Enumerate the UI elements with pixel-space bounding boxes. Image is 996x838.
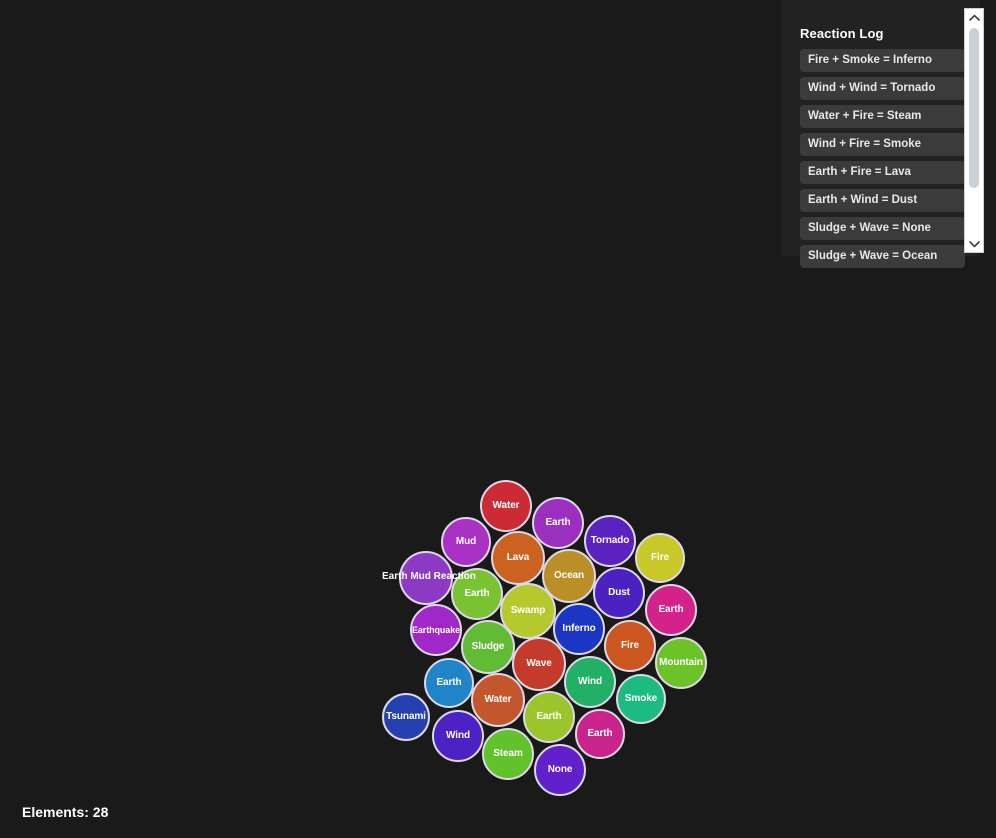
element-node-label: Earth [436,677,462,688]
reaction-log-entry[interactable]: Earth + Wind = Dust [800,189,965,212]
element-node[interactable]: Earth [645,584,697,636]
element-node-label: None [547,764,573,775]
element-node-label: Earth [536,711,562,722]
element-node-label: Fire [621,640,639,651]
element-node[interactable]: Tsunami [382,693,430,741]
scrollbar-track[interactable] [965,26,983,235]
element-node-label: Fire [651,552,669,563]
reaction-log-entry[interactable]: Wind + Wind = Tornado [800,77,965,100]
element-node-label: Earth [587,728,613,739]
element-node[interactable]: Water [471,673,525,727]
reaction-log-entry[interactable]: Sludge + Wave = None [800,217,965,240]
chevron-up-icon[interactable] [965,9,983,26]
reaction-log-list[interactable]: Fire + Smoke = Inferno Wind + Wind = Torn… [800,49,970,268]
element-node-label: Earth [658,604,684,615]
reaction-log-entry[interactable]: Sludge + Wave = Ocean [800,245,965,268]
reaction-log-entry[interactable]: Water + Fire = Steam [800,105,965,128]
element-node[interactable]: Earthquake [410,604,462,656]
element-node-label: Inferno [562,623,596,634]
element-node-label: Mud [455,536,477,547]
element-node[interactable]: Mud [441,517,491,567]
element-node-label: Swamp [510,605,546,616]
element-node-label: Ocean [553,570,585,581]
element-node-label: Smoke [624,693,658,704]
element-node-label: Wind [578,676,602,687]
reaction-log-scrollbar[interactable] [964,8,984,253]
element-node[interactable]: Wind [432,710,484,762]
element-node[interactable]: Fire [635,533,685,583]
reaction-log-entry[interactable]: Earth + Fire = Lava [800,161,965,184]
elements-counter: Elements: 28 [22,804,109,820]
element-node-label: Earthquake [411,624,461,635]
element-node[interactable]: Earth [424,658,474,708]
element-node-label: Lava [506,552,530,563]
element-node[interactable]: Steam [482,728,534,780]
element-node-label: Steam [493,748,523,759]
element-node-label: Dust [608,587,630,598]
element-node-label: Earth [545,517,571,528]
reaction-log-entry[interactable]: Wind + Fire = Smoke [800,133,965,156]
element-node[interactable]: Earth [575,709,625,759]
element-node[interactable]: None [534,744,586,796]
element-node[interactable]: Mountain [655,637,707,689]
element-node[interactable]: Smoke [616,674,666,724]
element-node[interactable]: Earth [451,568,503,620]
element-node[interactable] [399,551,453,605]
element-node[interactable]: Earth [523,691,575,743]
element-node-label: Wind [446,730,470,741]
element-node[interactable]: Dust [593,567,645,619]
element-node-label: Sludge [471,641,505,652]
element-node-label: Earth [464,588,490,599]
element-node-label: Tsunami [386,711,426,722]
element-node-label: Water [484,694,512,705]
element-node[interactable]: Fire [604,620,656,672]
element-node-label: Mountain [659,657,703,668]
element-node[interactable]: Sludge [461,620,515,674]
element-node[interactable]: Wave [512,637,566,691]
app-stage: Reaction Log Fire + Smoke = Inferno Wind … [0,0,996,838]
element-node[interactable]: Tornado [584,515,636,567]
scrollbar-thumb[interactable] [969,28,979,188]
element-node[interactable]: Water [480,480,532,532]
reaction-log-entry[interactable]: Fire + Smoke = Inferno [800,49,965,72]
chevron-down-icon[interactable] [965,235,983,252]
reaction-log-title: Reaction Log [800,26,884,41]
element-node[interactable]: Wind [564,656,616,708]
element-node-label: Wave [526,658,552,669]
reaction-log-panel: Reaction Log Fire + Smoke = Inferno Wind … [781,0,980,268]
element-node[interactable]: Lava [491,531,545,585]
element-node-label: Water [492,500,520,511]
element-node-label: Tornado [590,535,630,546]
